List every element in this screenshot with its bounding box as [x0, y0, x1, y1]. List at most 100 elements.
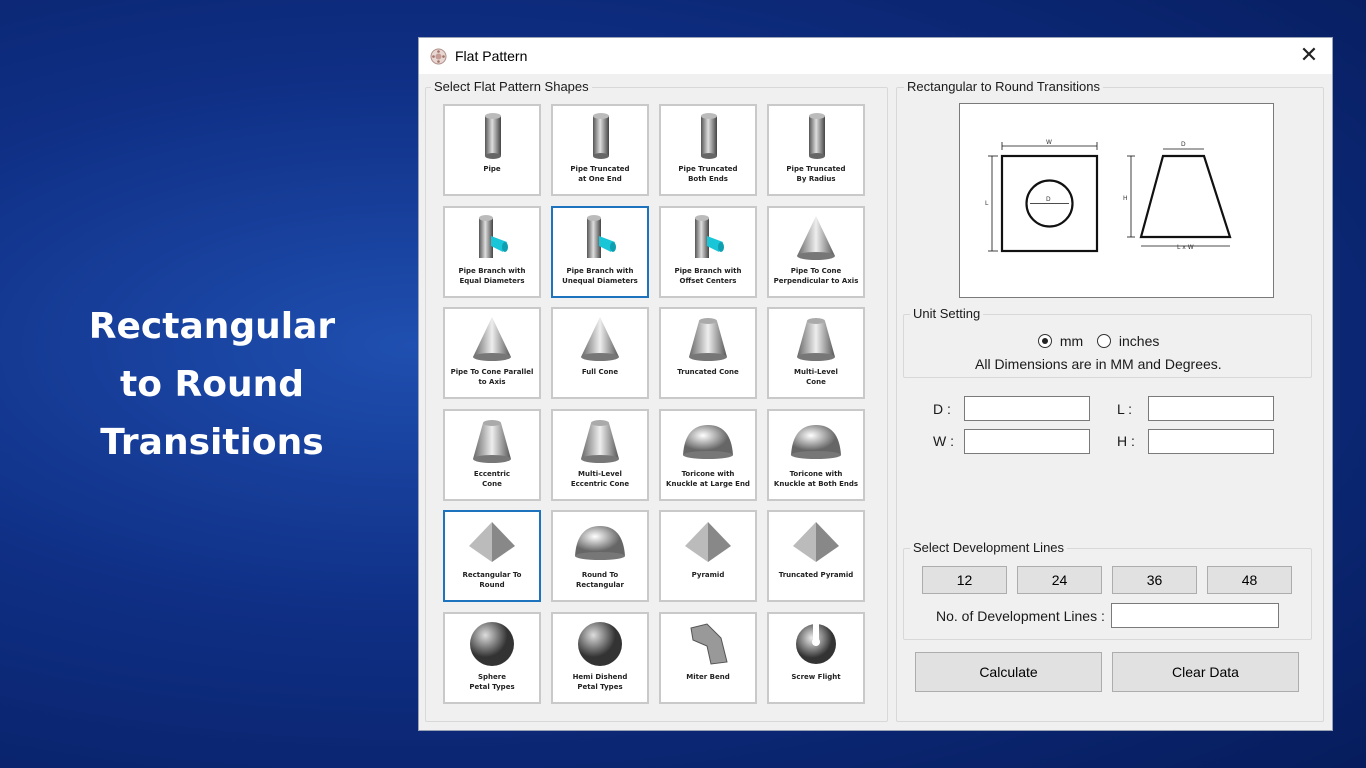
shapes-group-title: Select Flat Pattern Shapes: [431, 79, 592, 95]
close-button[interactable]: ✕: [1286, 38, 1332, 74]
shape-tile-pipe-to-cone-parallel[interactable]: Pipe To Cone Parallel to Axis: [443, 307, 541, 399]
shape-tile-pipe-to-cone-perpendicular[interactable]: Pipe To Cone Perpendicular to Axis: [767, 206, 865, 298]
shape-tile-pipe[interactable]: Pipe: [443, 104, 541, 196]
unit-setting-title: Unit Setting: [910, 306, 984, 322]
dim-h-label: H: [1123, 195, 1128, 202]
shape-tile-label: Pipe Branch with Unequal Diameters: [562, 267, 638, 285]
lines-48-button[interactable]: 48: [1207, 566, 1292, 594]
shape-tile-truncated-pyramid[interactable]: Truncated Pyramid: [767, 510, 865, 602]
dim-d-top-label: D: [1181, 141, 1186, 148]
window-title: Flat Pattern: [455, 48, 528, 64]
eccentric-cone-icon: [473, 420, 511, 463]
mm-radio[interactable]: [1038, 334, 1052, 348]
shape-tile-label: Pipe Truncated Both Ends: [678, 165, 738, 183]
lines-36-button[interactable]: 36: [1112, 566, 1197, 594]
shape-tile-label: Pyramid: [691, 571, 725, 579]
multi-level-cone-icon: [797, 318, 835, 361]
shape-tile-label: Screw Flight: [791, 673, 841, 681]
shape-tile-label: Multi-Level Eccentric Cone: [570, 470, 630, 488]
dim-w-label: W: [1046, 139, 1052, 146]
inches-radio[interactable]: [1097, 334, 1111, 348]
shape-tile-label: Toricone with Knuckle at Both Ends: [773, 470, 859, 488]
h-label: H :: [1117, 433, 1135, 449]
rectangular-to-round-icon: [469, 522, 515, 562]
pipe-truncated-one-end-icon: [593, 113, 609, 159]
d-label: D :: [933, 401, 951, 417]
shape-tile-hemi-dishend[interactable]: Hemi Dishend Petal Types: [551, 612, 649, 704]
shape-tile-label: Eccentric Cone: [473, 470, 511, 488]
clear-data-button[interactable]: Clear Data: [1112, 652, 1299, 692]
unit-inches-option[interactable]: inches: [1097, 333, 1159, 349]
rect-to-round-diagram: W L D D H L x W: [985, 139, 1232, 253]
pipe-to-cone-perpendicular-icon: [797, 216, 835, 260]
shape-tile-label: Pipe Branch with Equal Diameters: [458, 267, 526, 285]
shape-tile-rectangular-to-round[interactable]: Rectangular To Round: [443, 510, 541, 602]
shape-tile-label: Miter Bend: [686, 673, 730, 681]
hero-line-2: to Round: [120, 364, 304, 405]
shape-tile-label: Pipe Truncated By Radius: [786, 165, 846, 183]
dim-lxw-label: L x W: [1177, 244, 1194, 251]
shape-tile-label: Pipe: [483, 165, 501, 173]
shape-tile-pipe-branch-unequal[interactable]: Pipe Branch with Unequal Diameters: [551, 206, 649, 298]
shape-tile-label: Pipe Truncated at One End: [570, 165, 630, 183]
shape-tile-pipe-branch-equal[interactable]: Pipe Branch with Equal Diameters: [443, 206, 541, 298]
miter-bend-icon: [690, 623, 728, 665]
lines-12-button[interactable]: 12: [922, 566, 1007, 594]
shape-tile-label: Truncated Cone: [677, 368, 739, 376]
h-input[interactable]: [1148, 429, 1274, 454]
shape-tile-miter-bend[interactable]: Miter Bend: [659, 612, 757, 704]
inches-label: inches: [1118, 333, 1160, 349]
shape-tile-eccentric-cone[interactable]: Eccentric Cone: [443, 409, 541, 501]
app-icon: [430, 48, 447, 65]
w-label: W :: [933, 433, 954, 449]
pipe-truncated-both-ends-icon: [701, 113, 717, 159]
shape-tile-pipe-branch-offset[interactable]: Pipe Branch with Offset Centers: [659, 206, 757, 298]
sphere-icon: [470, 622, 514, 666]
multi-level-eccentric-cone-icon: [581, 420, 619, 463]
mm-label: mm: [1059, 333, 1084, 349]
hemi-dishend-icon: [578, 622, 622, 666]
hero-title: Rectangular to Round Transitions: [52, 298, 372, 472]
hero-line-1: Rectangular: [88, 306, 336, 347]
shape-tile-label: Round To Rectangular: [576, 571, 624, 589]
development-lines-title: Select Development Lines: [910, 540, 1068, 556]
full-cone-icon: [581, 317, 619, 361]
shape-tile-label: Truncated Pyramid: [778, 571, 854, 579]
round-to-rectangular-icon: [575, 526, 625, 560]
shape-tile-sphere[interactable]: Sphere Petal Types: [443, 612, 541, 704]
development-lines-count-input[interactable]: [1111, 603, 1279, 628]
pipe-truncated-radius-icon: [809, 113, 825, 159]
screw-flight-icon: [796, 624, 836, 664]
shape-tile-round-to-rectangular[interactable]: Round To Rectangular: [551, 510, 649, 602]
shape-tile-pyramid[interactable]: Pyramid: [659, 510, 757, 602]
shape-tile-label: Sphere Petal Types: [469, 673, 515, 691]
title-bar[interactable]: Flat Pattern ✕: [419, 38, 1332, 74]
unit-note: All Dimensions are in MM and Degrees.: [975, 356, 1222, 372]
toricone-large-end-icon: [683, 425, 733, 459]
shape-tile-pipe-truncated-one-end[interactable]: Pipe Truncated at One End: [551, 104, 649, 196]
calculate-button[interactable]: Calculate: [915, 652, 1102, 692]
shape-tile-toricone-both-ends[interactable]: Toricone with Knuckle at Both Ends: [767, 409, 865, 501]
preview-group-title: Rectangular to Round Transitions: [904, 79, 1103, 95]
unit-mm-option[interactable]: mm: [1038, 333, 1083, 349]
pyramid-icon: [685, 522, 731, 562]
shape-tile-full-cone[interactable]: Full Cone: [551, 307, 649, 399]
pipe-to-cone-parallel-icon: [473, 317, 511, 361]
lines-24-button[interactable]: 24: [1017, 566, 1102, 594]
shape-tile-label: Toricone with Knuckle at Large End: [666, 470, 750, 488]
shape-tile-pipe-truncated-both-ends[interactable]: Pipe Truncated Both Ends: [659, 104, 757, 196]
shape-tile-toricone-large-end[interactable]: Toricone with Knuckle at Large End: [659, 409, 757, 501]
d-input[interactable]: [964, 396, 1090, 421]
shape-tile-screw-flight[interactable]: Screw Flight: [767, 612, 865, 704]
l-input[interactable]: [1148, 396, 1274, 421]
shape-tile-multi-level-cone[interactable]: Multi-Level Cone: [767, 307, 865, 399]
shape-tile-pipe-truncated-radius[interactable]: Pipe Truncated By Radius: [767, 104, 865, 196]
hero-line-3: Transitions: [100, 422, 324, 463]
shape-tile-multi-level-eccentric-cone[interactable]: Multi-Level Eccentric Cone: [551, 409, 649, 501]
truncated-cone-icon: [689, 318, 727, 361]
pipe-branch-unequal-icon: [587, 215, 616, 258]
w-input[interactable]: [964, 429, 1090, 454]
shape-tile-label: Pipe To Cone Perpendicular to Axis: [773, 267, 859, 285]
shape-tile-truncated-cone[interactable]: Truncated Cone: [659, 307, 757, 399]
dim-d-circle-label: D: [1046, 196, 1051, 203]
